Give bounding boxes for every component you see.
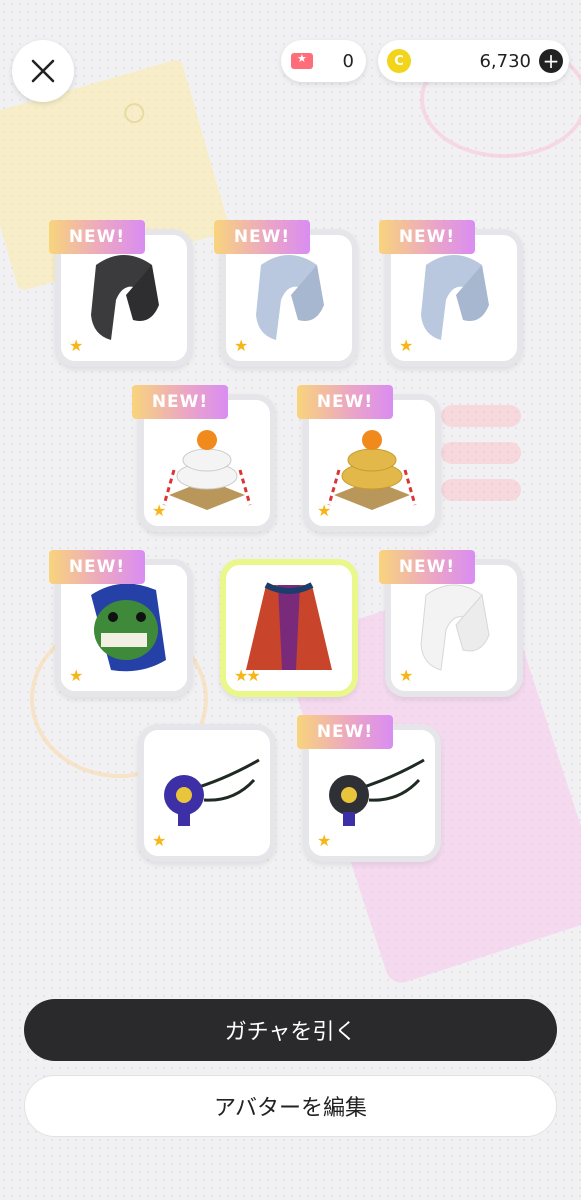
flower-choker-icon bbox=[329, 758, 425, 826]
new-badge: NEW! bbox=[379, 220, 475, 254]
item-card[interactable]: ★ bbox=[138, 724, 276, 862]
rarity-stars: ★ bbox=[69, 666, 83, 685]
flower-choker-icon bbox=[164, 758, 260, 826]
rarity-stars: ★ bbox=[317, 831, 331, 850]
ticket-count: 0 bbox=[342, 50, 354, 72]
rarity-stars: ★ bbox=[399, 336, 413, 355]
fur-scarf-icon bbox=[91, 255, 159, 340]
coin-counter: C 6,730 + bbox=[378, 40, 569, 82]
edit-avatar-button[interactable]: アバターを編集 bbox=[24, 1075, 557, 1137]
rarity-stars: ★ bbox=[152, 831, 166, 850]
new-badge: NEW! bbox=[214, 220, 310, 254]
new-badge: NEW! bbox=[49, 220, 145, 254]
fur-scarf-icon bbox=[420, 584, 490, 671]
background-bubble-decoration bbox=[441, 442, 521, 464]
add-coins-button[interactable]: + bbox=[539, 49, 563, 73]
rarity-stars: ★ bbox=[234, 336, 248, 355]
close-icon bbox=[31, 59, 55, 83]
new-badge: NEW! bbox=[297, 715, 393, 749]
new-badge: NEW! bbox=[132, 385, 228, 419]
item-card-selected[interactable]: ★★ bbox=[220, 559, 358, 697]
rarity-stars: ★ bbox=[317, 501, 331, 520]
ticket-counter: 0 bbox=[281, 40, 366, 82]
new-badge: NEW! bbox=[297, 385, 393, 419]
coin-icon: C bbox=[387, 49, 411, 73]
ticket-icon bbox=[291, 52, 313, 69]
oni-mask-icon bbox=[91, 583, 166, 672]
kagami-mochi-icon bbox=[327, 430, 417, 510]
rarity-stars: ★★ bbox=[234, 666, 261, 685]
rarity-stars: ★ bbox=[399, 666, 413, 685]
new-badge: NEW! bbox=[379, 550, 475, 584]
new-badge: NEW! bbox=[49, 550, 145, 584]
rarity-stars: ★ bbox=[152, 501, 166, 520]
rarity-stars: ★ bbox=[69, 336, 83, 355]
coin-balance: 6,730 bbox=[479, 50, 531, 72]
background-bubble-decoration bbox=[441, 405, 521, 427]
background-bubble-decoration bbox=[441, 479, 521, 501]
fur-scarf-icon bbox=[421, 255, 489, 340]
fur-scarf-icon bbox=[256, 255, 324, 340]
close-button[interactable] bbox=[12, 40, 74, 102]
draw-gacha-button[interactable]: ガチャを引く bbox=[24, 999, 557, 1061]
kagami-mochi-icon bbox=[162, 430, 252, 510]
